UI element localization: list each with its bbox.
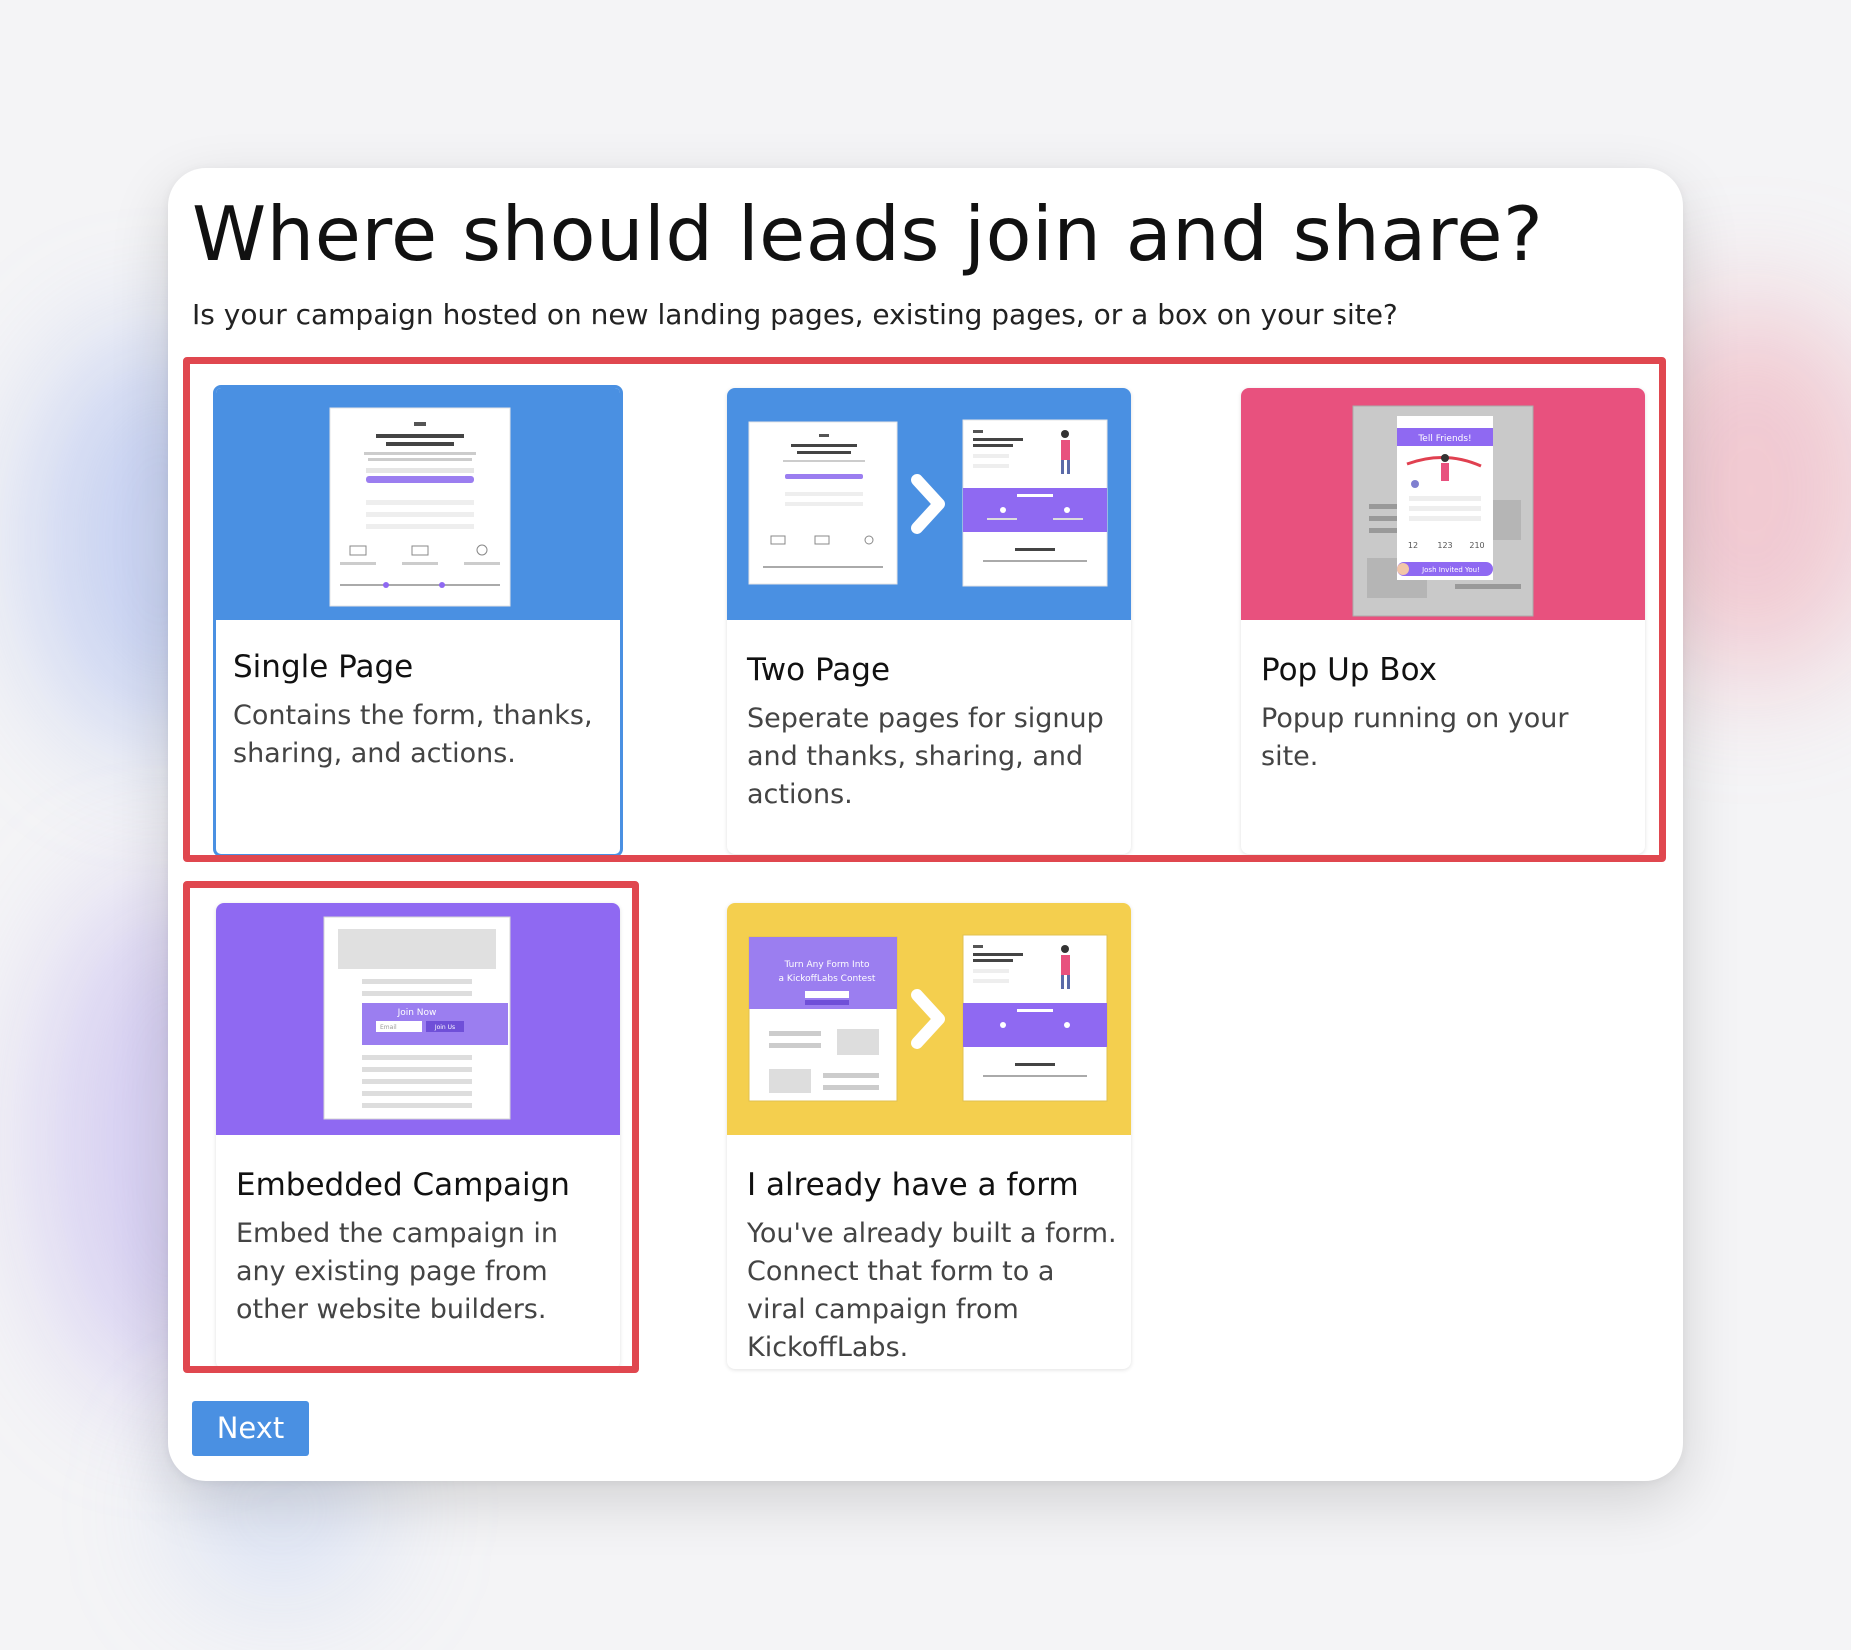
popup-header-text: Tell Friends!: [1417, 434, 1471, 444]
option-two-page[interactable]: Two Page Seperate pages for signup and t…: [727, 388, 1131, 854]
popup-stat-1: 12: [1408, 541, 1418, 550]
option-title: Single Page: [233, 649, 414, 685]
option-pop-up-box[interactable]: Tell Friends! 12 123 210 Josh Invited Yo…: [1241, 388, 1645, 854]
option-description: Embed the campaign in any existing page …: [236, 1218, 559, 1325]
popup-stat-3: 210: [1469, 541, 1484, 550]
option-embedded-campaign[interactable]: Join Now Email Join Us Embedded Campaign…: [216, 903, 620, 1369]
two-page-thumbnail: [727, 388, 1131, 620]
option-description: Contains the form, thanks, sharing, and …: [233, 700, 593, 769]
form-headline-line-2: a KickoffLabs Contest: [779, 974, 876, 984]
option-title: Two Page: [747, 652, 891, 688]
existing-form-thumbnail: Turn Any Form Into a KickoffLabs Contest: [727, 903, 1131, 1135]
embed-email-text: Email: [380, 1024, 397, 1031]
option-single-page[interactable]: Single Page Contains the form, thanks, s…: [213, 385, 623, 857]
option-description: Seperate pages for signup and thanks, sh…: [747, 703, 1104, 810]
embedded-thumbnail: Join Now Email Join Us: [216, 903, 620, 1135]
option-title: Embedded Campaign: [236, 1167, 570, 1203]
option-title: Pop Up Box: [1261, 652, 1437, 688]
option-description: You've already built a form. Connect tha…: [747, 1218, 1117, 1363]
page-subtitle: Is your campaign hosted on new landing p…: [192, 298, 1398, 331]
option-title: I already have a form: [747, 1167, 1079, 1203]
popup-thumbnail: Tell Friends! 12 123 210 Josh Invited Yo…: [1241, 388, 1645, 620]
popup-stat-2: 123: [1437, 541, 1452, 550]
option-description: Popup running on your site.: [1261, 703, 1569, 772]
form-headline-line-1: Turn Any Form Into: [784, 960, 870, 970]
popup-invite-text: Josh Invited You!: [1421, 566, 1480, 574]
campaign-type-dialog: Where should leads join and share? Is yo…: [168, 168, 1683, 1481]
embed-button-text: Join Us: [434, 1024, 455, 1031]
next-button[interactable]: Next: [192, 1401, 309, 1456]
option-existing-form[interactable]: Turn Any Form Into a KickoffLabs Contest: [727, 903, 1131, 1369]
page-title: Where should leads join and share?: [192, 190, 1544, 278]
embed-join-text: Join Now: [397, 1008, 437, 1018]
single-page-thumbnail: [216, 388, 620, 620]
